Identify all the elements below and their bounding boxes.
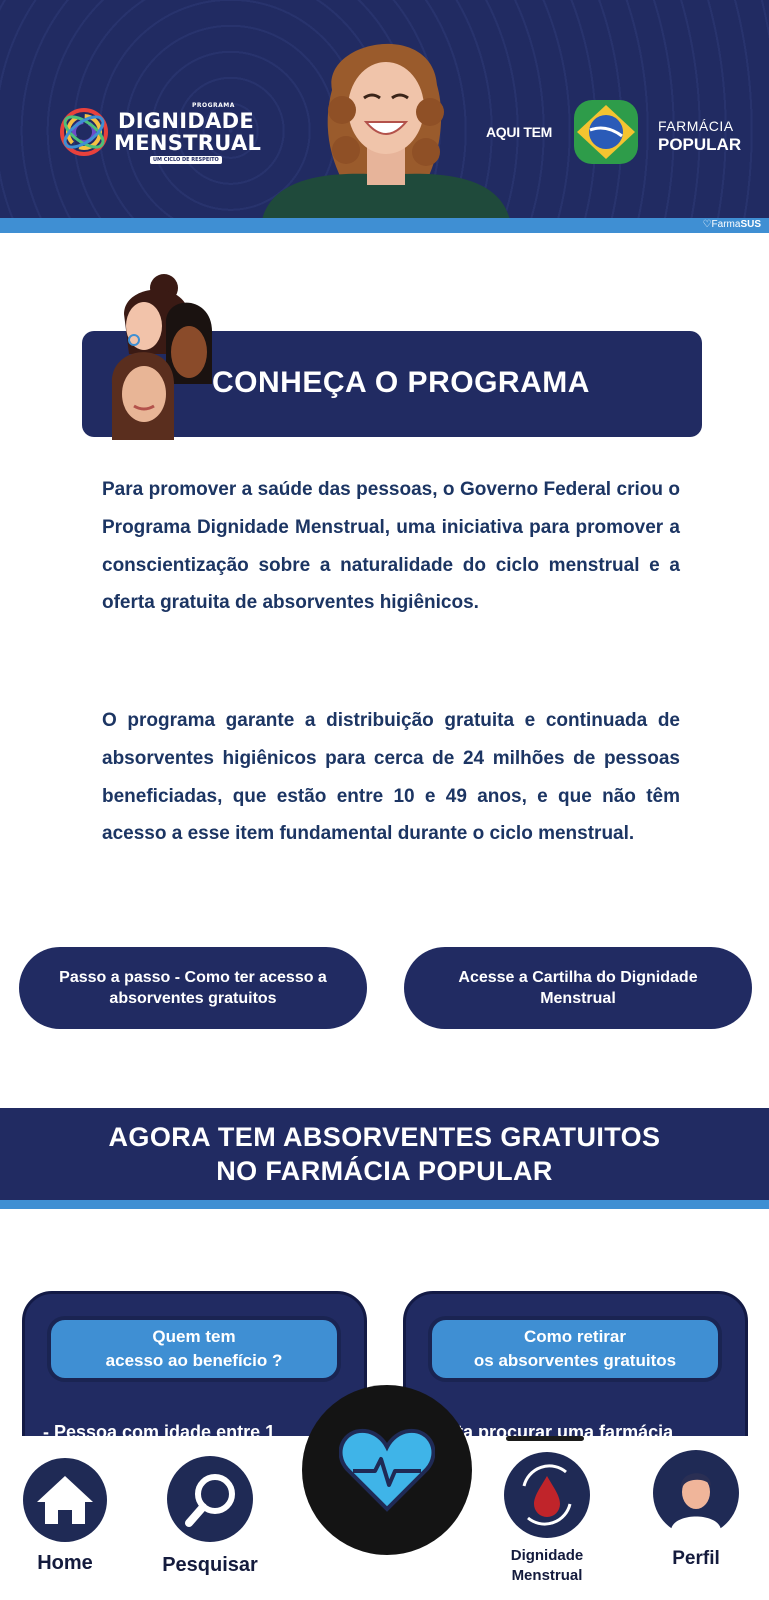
section-accent-strip <box>0 1200 769 1209</box>
program-description-1: Para promover a saúde das pessoas, o Gov… <box>102 479 680 614</box>
free-pads-banner: AGORA TEM ABSORVENTES GRATUITOS NO FARMÁ… <box>0 1108 769 1200</box>
eligibility-title-line1: Quem tem <box>152 1327 236 1346</box>
smiling-woman-photo <box>262 43 510 218</box>
booklet-button[interactable]: Acesse a Cartilha do Dignidade Menstrual <box>404 947 752 1029</box>
dignidade-menstrual-emblem-icon <box>60 108 108 156</box>
nav-dm-label-line1: Dignidade <box>510 1547 584 1564</box>
brazil-flag-icon <box>574 100 638 164</box>
aqui-tem-label: AQUI TEM <box>486 124 553 140</box>
program-small-label: PROGRAMA <box>192 102 235 109</box>
search-icon <box>167 1456 253 1542</box>
nav-dignidade-menstrual[interactable]: Dignidade Menstrual <box>495 1452 599 1586</box>
free-pads-banner-line2: NO FARMÁCIA POPULAR <box>216 1156 553 1186</box>
nav-center-health-button[interactable] <box>302 1385 472 1555</box>
program-section-title: CONHEÇA O PROGRAMA <box>212 366 590 399</box>
nav-search-label: Pesquisar <box>162 1554 258 1576</box>
step-by-step-button[interactable]: Passo a passo - Como ter acesso a absorv… <box>19 947 367 1029</box>
how-to-get-card-title: Como retirar os absorventes gratuitos <box>428 1316 722 1382</box>
how-to-get-title-line2: os absorventes gratuitos <box>473 1351 677 1370</box>
blood-drop-cycle-icon <box>504 1452 590 1538</box>
dignidade-menstrual-logo: PROGRAMA DIGNIDADE MENSTRUAL UM CICLO DE… <box>58 100 262 170</box>
eligibility-title-line2: acesso ao benefício ? <box>105 1351 283 1370</box>
farma-sus-prefix: Farma <box>711 219 741 230</box>
free-pads-banner-line1: AGORA TEM ABSORVENTES GRATUITOS <box>108 1122 661 1152</box>
hero-banner: PROGRAMA DIGNIDADE MENSTRUAL UM CICLO DE… <box>0 0 769 218</box>
farmacia-label: FARMÁCIA <box>658 118 734 134</box>
popular-label: POPULAR <box>658 135 742 154</box>
program-description-2: O programa garante a distribuição gratui… <box>102 710 680 845</box>
how-to-get-title-line1: Como retirar <box>523 1327 626 1346</box>
program-title-line1: DIGNIDADE <box>118 109 255 133</box>
heart-pulse-icon <box>339 1428 435 1512</box>
nav-home[interactable]: Home <box>20 1458 110 1575</box>
nav-profile[interactable]: Perfil <box>650 1450 742 1570</box>
program-tagline: UM CICLO DE RESPEITO <box>150 156 222 164</box>
nav-profile-label: Perfil <box>672 1548 720 1569</box>
nav-search[interactable]: Pesquisar <box>155 1456 265 1577</box>
home-icon <box>23 1458 107 1542</box>
heart-small-icon: ♡ <box>702 219 712 230</box>
women-illustration <box>111 274 213 440</box>
farma-sus-suffix: SUS <box>740 219 761 230</box>
eligibility-card-title: Quem tem acesso ao benefício ? <box>47 1316 341 1382</box>
user-avatar-icon <box>653 1450 739 1539</box>
active-tab-indicator <box>506 1436 584 1441</box>
farma-sus-logo: ♡FarmaSUS <box>703 219 761 230</box>
banner-accent-strip <box>0 218 769 233</box>
nav-dm-label-line2: Menstrual <box>511 1567 583 1584</box>
program-title-line2: MENSTRUAL <box>114 131 262 155</box>
nav-home-label: Home <box>37 1552 93 1574</box>
